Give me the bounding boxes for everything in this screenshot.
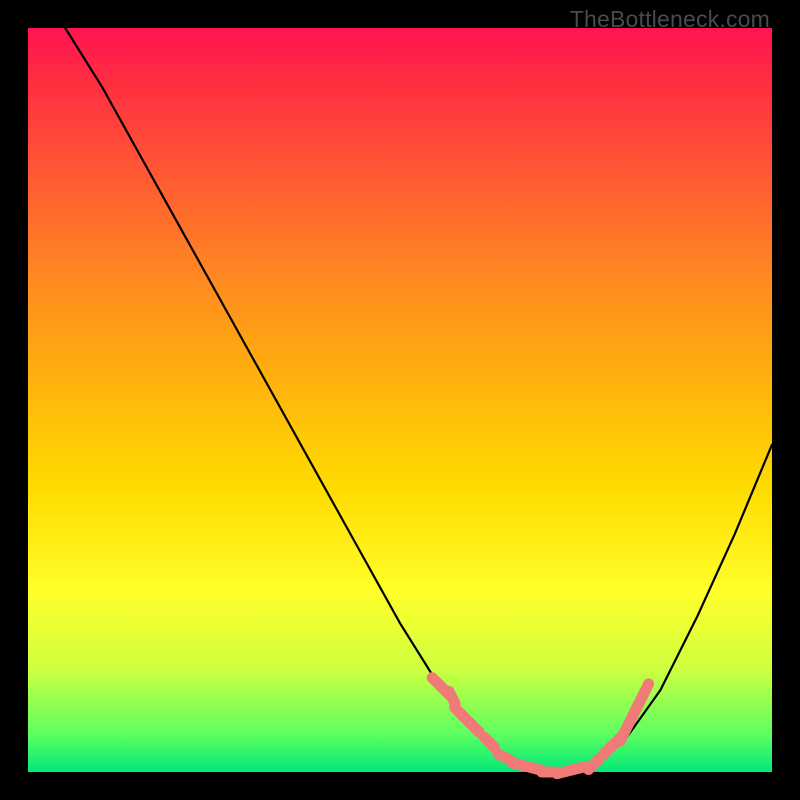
watermark-text: TheBottleneck.com: [570, 6, 770, 33]
highlight-segments: [432, 678, 648, 774]
chart-svg: [28, 28, 772, 772]
bottleneck-curve: [65, 28, 772, 772]
chart-frame: TheBottleneck.com: [0, 0, 800, 800]
